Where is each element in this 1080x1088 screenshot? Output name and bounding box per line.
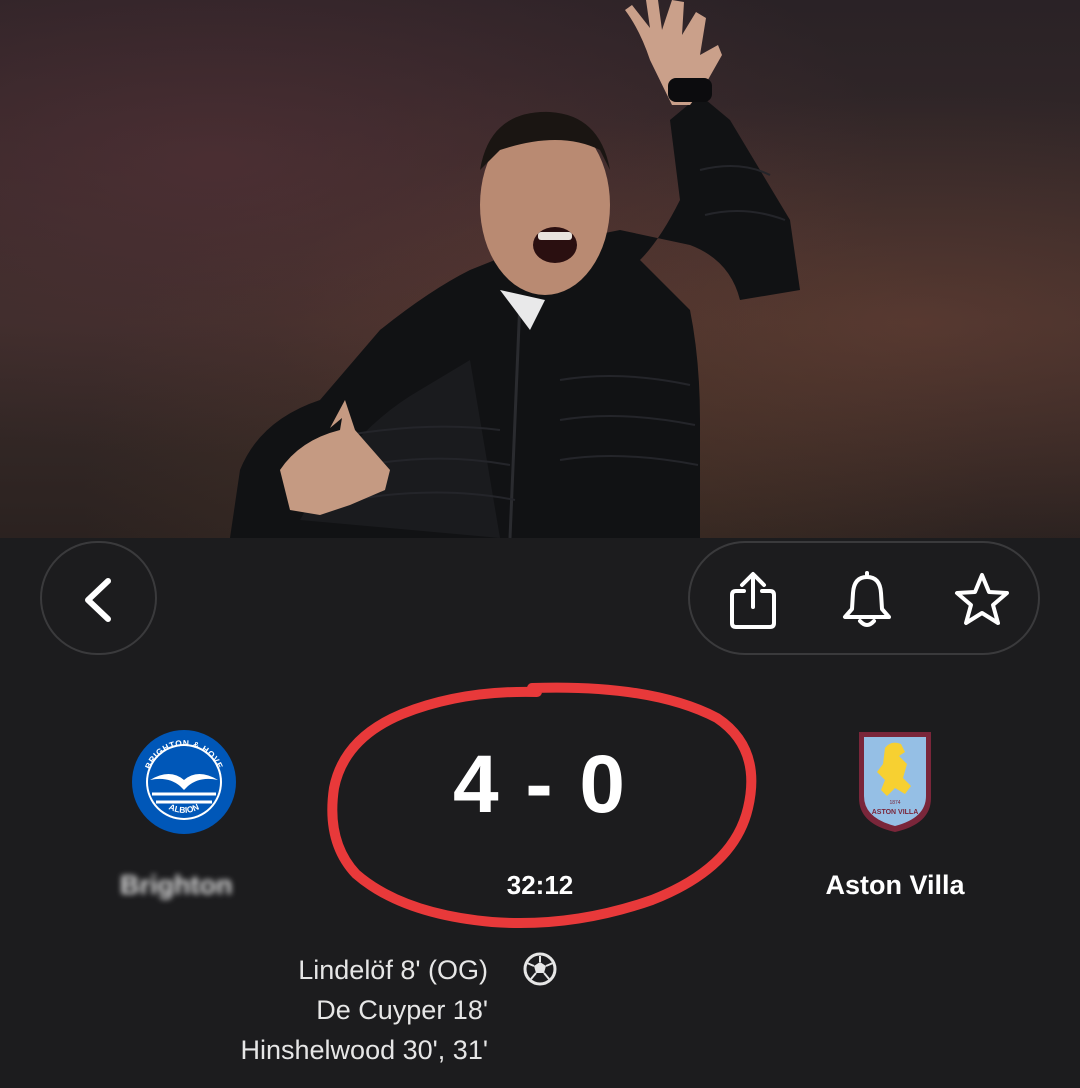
star-icon [955,573,1009,625]
match-clock: 32:12 [506,870,574,900]
away-team-name[interactable]: Aston Villa [800,870,990,901]
aston-villa-crest-icon: 1874 ASTON VILLA [859,732,931,832]
goal-scorers-list: Lindelöf 8' (OG) De Cuyper 18' Hinshelwo… [150,950,488,1070]
share-button[interactable] [718,543,788,653]
crest-name: ASTON VILLA [872,809,919,816]
manager-figure [230,0,800,538]
chevron-left-icon [85,578,111,622]
scorer-item: Lindelöf 8' (OG) [298,955,488,985]
share-icon [730,572,776,629]
away-team-crest: 1874 ASTON VILLA [855,728,935,834]
home-team-name[interactable]: Brighton [120,870,260,901]
hero-photo [0,0,1080,538]
back-button[interactable] [40,541,157,655]
match-score: 4 - 0 [452,739,628,830]
bell-icon [843,571,891,627]
notifications-button[interactable] [832,543,902,653]
favorite-button[interactable] [944,543,1014,653]
scorer-item: Hinshelwood 30', 31' [240,1035,488,1065]
crest-year: 1874 [889,800,900,806]
scorer-item: De Cuyper 18' [316,995,488,1025]
football-icon [523,952,557,986]
action-bar [688,541,1040,655]
brighton-crest-icon: BRIGHTON & HOVE ALBION [132,730,236,834]
home-team-crest: BRIGHTON & HOVE ALBION [130,728,238,836]
